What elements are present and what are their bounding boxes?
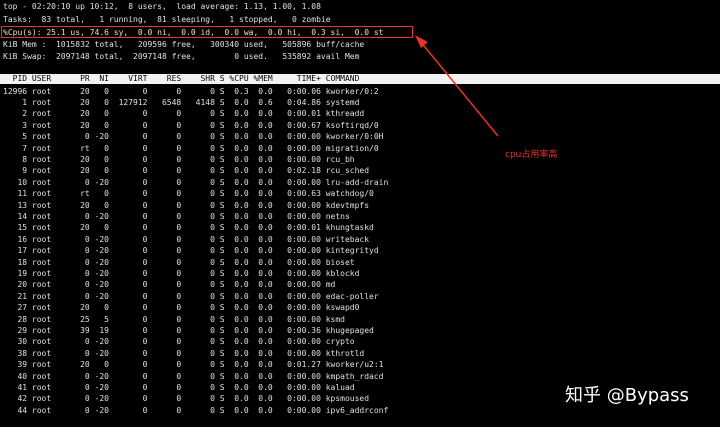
table-row: 8 root 20 0 0 0 0 S 0.0 0.0 0:00.00 rcu_… <box>3 154 355 164</box>
uptime-line: top - 02:20:10 up 10:12, 8 users, load a… <box>3 2 321 11</box>
tasks-line: Tasks: 83 total, 1 running, 81 sleeping,… <box>3 15 331 24</box>
table-row: 13 root 20 0 0 0 0 S 0.0 0.0 0:00.00 kde… <box>3 200 370 210</box>
table-row: 27 root 20 0 0 0 0 S 0.0 0.0 0:00.00 ksw… <box>3 303 360 313</box>
table-row: 18 root 0 -20 0 0 0 S 0.0 0.0 0:00.00 bi… <box>3 257 355 267</box>
table-row: 29 root 39 19 0 0 0 S 0.0 0.0 0:00.36 kh… <box>3 325 374 335</box>
table-row: 12996 root 20 0 0 0 0 S 0.3 0.0 0:00.06 … <box>3 86 379 96</box>
table-row: 16 root 0 -20 0 0 0 S 0.0 0.0 0:00.00 wr… <box>3 234 370 244</box>
cpu-highlight-box <box>1 26 413 38</box>
table-row: 38 root 0 -20 0 0 0 S 0.0 0.0 0:00.00 kt… <box>3 348 365 358</box>
table-row: 19 root 0 -20 0 0 0 S 0.0 0.0 0:00.00 kb… <box>3 268 360 278</box>
table-row: 10 root 0 -20 0 0 0 S 0.0 0.0 0:00.00 lr… <box>3 177 389 187</box>
table-row: 40 root 0 -20 0 0 0 S 0.0 0.0 0:00.00 km… <box>3 371 384 381</box>
table-row: 17 root 0 -20 0 0 0 S 0.0 0.0 0:00.00 ki… <box>3 246 379 256</box>
table-row: 39 root 20 0 0 0 0 S 0.0 0.0 0:01.27 kwo… <box>3 360 384 370</box>
table-row: 15 root 20 0 0 0 0 S 0.0 0.0 0:00.01 khu… <box>3 223 374 233</box>
table-row: 21 root 0 -20 0 0 0 S 0.0 0.0 0:00.00 ed… <box>3 291 379 301</box>
table-header: PID USER PR NI VIRT RES SHR S %CPU %MEM … <box>3 74 360 83</box>
table-row: 30 root 0 -20 0 0 0 S 0.0 0.0 0:00.00 cr… <box>3 337 355 347</box>
swap-line: KiB Swap: 2097148 total, 2097148 free, 0… <box>3 52 360 61</box>
table-row: 5 root 0 -20 0 0 0 S 0.0 0.0 0:00.00 kwo… <box>3 132 384 142</box>
table-row: 42 root 0 -20 0 0 0 S 0.0 0.0 0:00.00 kp… <box>3 394 370 404</box>
table-row: 7 root rt 0 0 0 0 S 0.0 0.0 0:00.00 migr… <box>3 143 379 153</box>
table-row: 1 root 20 0 127912 6548 4148 S 0.0 0.6 0… <box>3 97 360 107</box>
terminal-window[interactable]: top - 02:20:10 up 10:12, 8 users, load a… <box>0 0 720 427</box>
mem-line: KiB Mem : 1015832 total, 209596 free, 30… <box>3 40 365 49</box>
table-row: 28 root 25 5 0 0 0 S 0.0 0.0 0:00.00 ksm… <box>3 314 345 324</box>
watermark: 知乎 @Bypass <box>565 385 689 406</box>
table-row: 9 root 20 0 0 0 0 S 0.0 0.0 0:02.18 rcu_… <box>3 166 370 176</box>
table-row: 14 root 0 -20 0 0 0 S 0.0 0.0 0:00.00 ne… <box>3 211 350 221</box>
table-row: 2 root 20 0 0 0 0 S 0.0 0.0 0:00.01 kthr… <box>3 109 365 119</box>
table-row: 3 root 20 0 0 0 0 S 0.0 0.0 0:00.67 ksof… <box>3 120 379 130</box>
table-row: 41 root 0 -20 0 0 0 S 0.0 0.0 0:00.00 ka… <box>3 382 355 392</box>
table-row: 44 root 0 -20 0 0 0 S 0.0 0.0 0:00.00 ip… <box>3 405 389 415</box>
table-row: 20 root 0 -20 0 0 0 S 0.0 0.0 0:00.00 md <box>3 280 336 290</box>
annotation-label: cpu占用率高 <box>505 150 558 160</box>
table-row: 11 root rt 0 0 0 0 S 0.0 0.0 0:00.63 wat… <box>3 189 374 199</box>
